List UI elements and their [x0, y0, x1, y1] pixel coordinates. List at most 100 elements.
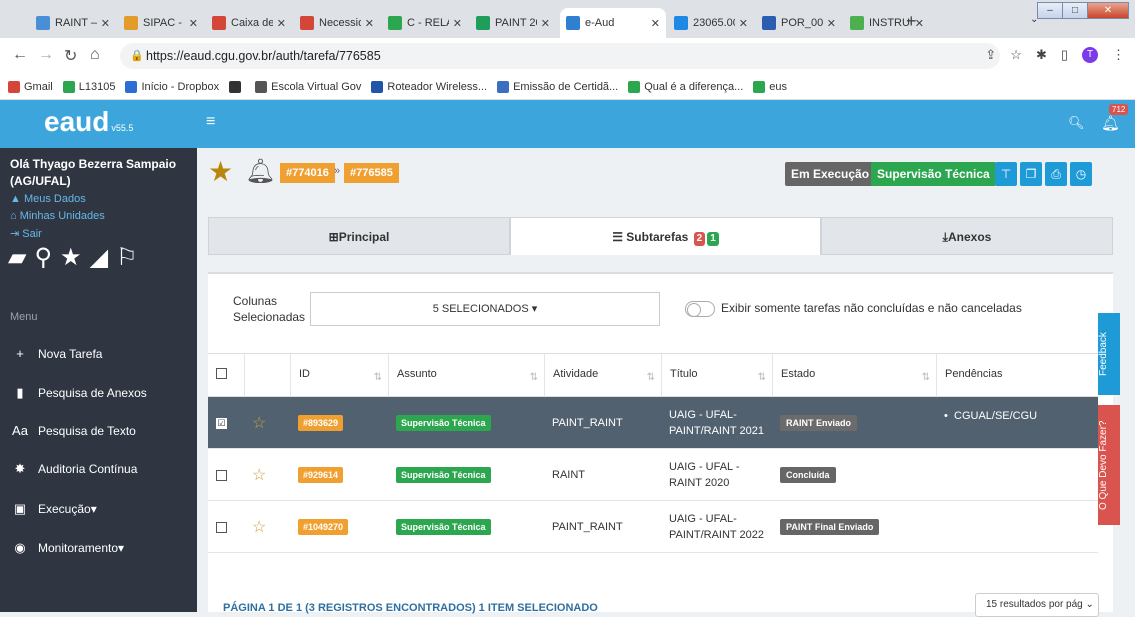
close-window-button[interactable]: ✕ — [1087, 2, 1129, 19]
eaud-logo[interactable]: eaud v55.5 — [44, 106, 133, 138]
tab-close-icon[interactable]: ✕ — [541, 17, 550, 30]
star-icon[interactable]: ☆ — [252, 413, 266, 433]
star-icon[interactable]: ☆ — [252, 517, 266, 537]
tab-principal[interactable]: ⊞Principal — [208, 217, 510, 255]
profile-avatar[interactable]: T — [1082, 47, 1098, 63]
select-all-checkbox[interactable] — [216, 368, 227, 379]
sidebar-item-auditoria-continua[interactable]: ✸ Auditoria Contínua — [10, 461, 138, 477]
header-titulo[interactable]: Título ⇅ — [661, 354, 772, 398]
star-icon[interactable]: ☆ — [252, 465, 266, 485]
browser-tab[interactable]: INSTRUÇ✕ — [844, 8, 930, 38]
incomplete-only-toggle[interactable] — [685, 301, 715, 317]
tab-close-icon[interactable]: ✕ — [189, 17, 198, 30]
share-icon[interactable]: ⇪ — [985, 47, 996, 63]
header-assunto[interactable]: Assunto ⇅ — [388, 354, 544, 398]
browser-tab[interactable]: POR_001 ✕ — [756, 8, 842, 38]
sidebar-item-pesquisa-de-texto[interactable]: Aa Pesquisa de Texto — [10, 423, 136, 438]
favorite-star-icon[interactable]: ★ — [208, 155, 233, 188]
star-icon[interactable]: ★ — [60, 243, 82, 272]
tab-close-icon[interactable]: ✕ — [651, 17, 660, 30]
sidebar-item-pesquisa-de-anexos[interactable]: ▮ Pesquisa de Anexos — [10, 385, 146, 401]
task-id-badge[interactable]: #893629 — [298, 415, 344, 431]
bookmark-icon[interactable]: ⚐ — [116, 243, 138, 272]
per-page-select[interactable]: 15 resultados por pág ⌄ — [975, 593, 1099, 617]
home-icon[interactable]: ⌂ — [90, 46, 100, 64]
timer-icon[interactable]: ◷ — [1070, 162, 1092, 186]
meus-dados-link[interactable]: ▲ Meus Dados — [10, 193, 86, 205]
table-row[interactable]: ☆ #929614 Supervisão Técnica RAINT UAIG - UF… — [208, 449, 1098, 501]
follow-bell-icon[interactable]: 🔔︎ — [245, 157, 275, 186]
columns-select[interactable]: 5 SELECIONADOS ▾ — [310, 292, 660, 326]
bookmark-star-icon[interactable]: ☆ — [1010, 47, 1022, 63]
hamburger-menu-icon[interactable]: ≡ — [206, 113, 215, 131]
tab-close-icon[interactable]: ✕ — [365, 17, 374, 30]
tab-favicon-icon — [388, 16, 402, 30]
back-icon[interactable]: ← — [12, 46, 28, 64]
row-checkbox[interactable]: ☑ — [216, 417, 227, 429]
address-bar: ← → ↻ ⌂ 🔒 https://eaud.cgu.gov.br/auth/t… — [0, 38, 1135, 74]
reload-icon[interactable]: ↻ — [64, 46, 77, 66]
browser-menu-icon[interactable]: ⋮ — [1112, 47, 1125, 63]
task-id-badge[interactable]: #776585 — [344, 163, 399, 183]
browser-tab[interactable]: 23065.00 ✕ — [668, 8, 754, 38]
table-row[interactable]: ☆ #1049270 Supervisão Técnica PAINT_RAINT UA… — [208, 501, 1098, 553]
tab-close-icon[interactable]: ✕ — [453, 17, 462, 30]
area-chart-icon[interactable]: ◢ — [90, 243, 108, 272]
copy-icon[interactable]: ❐ — [1020, 162, 1042, 186]
bookmark-item[interactable]: Roteador Wireless... — [371, 80, 487, 93]
browser-tab[interactable]: C - RELAT ✕ — [382, 8, 468, 38]
tab-subtarefas[interactable]: ☰ Subtarefas 21 — [510, 217, 821, 255]
table-row[interactable]: ☑ ☆ #893629 Supervisão Técnica PAINT_RAINT UA… — [208, 397, 1098, 449]
bookmark-item[interactable]: Emissão de Certidã... — [497, 80, 618, 93]
search-icon[interactable]: ⚲ — [34, 243, 52, 272]
bookmark-item[interactable]: L13105 — [62, 80, 115, 93]
header-estado[interactable]: Estado ⇅ — [772, 354, 936, 398]
search-icon[interactable]: 🔍︎ — [1068, 115, 1085, 131]
extensions-icon[interactable]: ✱ — [1036, 47, 1047, 63]
help-tab[interactable]: O Que Devo Fazer? — [1098, 405, 1120, 525]
tab-anexos[interactable]: ⤓Anexos — [821, 217, 1113, 255]
browser-tab[interactable]: e-Aud ✕ — [560, 8, 666, 38]
sidebar-item-execucao[interactable]: ▣ Execução ▾ — [10, 501, 97, 517]
row-checkbox[interactable] — [216, 521, 227, 533]
side-panel-icon[interactable]: ▯ — [1061, 47, 1068, 63]
tab-close-icon[interactable]: ✕ — [101, 17, 110, 30]
browser-tab[interactable]: RAINT — ✕ — [30, 8, 116, 38]
header-pendencias[interactable]: Pendências — [936, 354, 1098, 398]
feedback-tab[interactable]: Feedback — [1098, 313, 1120, 395]
atividade-cell: RAINT — [544, 449, 661, 501]
bookmark-item[interactable] — [229, 80, 245, 93]
header-atividade[interactable]: Atividade ⇅ — [544, 354, 661, 398]
sort-icon: ⇅ — [646, 372, 655, 383]
header-id[interactable]: ID ⇅ — [290, 354, 388, 398]
bookmark-item[interactable]: eus — [753, 80, 787, 93]
task-id-badge[interactable]: #929614 — [298, 467, 344, 483]
parent-task-badge[interactable]: #774016 — [280, 163, 335, 183]
browser-tab[interactable]: PAINT 20 ✕ — [470, 8, 556, 38]
bookmark-item[interactable]: Escola Virtual Gov — [255, 80, 361, 93]
minhas-unidades-link[interactable]: ⌂ Minhas Unidades — [10, 210, 105, 222]
row-checkbox[interactable] — [216, 469, 227, 481]
tab-close-icon[interactable]: ✕ — [827, 17, 836, 30]
sidebar-item-monitoramento[interactable]: ◉ Monitoramento ▾ — [10, 540, 124, 556]
inbox-icon[interactable]: ▰ — [8, 243, 26, 272]
sidebar-item-nova-tarefa[interactable]: + Nova Tarefa — [10, 346, 102, 361]
hierarchy-icon[interactable]: ⊤ — [995, 162, 1017, 186]
tab-close-icon[interactable]: ✕ — [277, 17, 286, 30]
bookmark-item[interactable]: Qual é a diferença... — [628, 80, 743, 93]
task-id-badge[interactable]: #1049270 — [298, 519, 349, 535]
browser-tab[interactable]: Caixa de ✕ — [206, 8, 292, 38]
tab-close-icon[interactable]: ✕ — [739, 17, 748, 30]
sair-link[interactable]: ⇥ Sair — [10, 227, 42, 240]
print-icon[interactable]: ⎙ — [1045, 162, 1067, 186]
url-input[interactable]: 🔒 https://eaud.cgu.gov.br/auth/tarefa/77… — [120, 43, 1000, 69]
new-tab-button[interactable]: + — [906, 11, 917, 32]
browser-tab[interactable]: Necessid ✕ — [294, 8, 380, 38]
maximize-button[interactable]: □ — [1062, 2, 1088, 19]
bookmark-item[interactable]: Início - Dropbox — [125, 80, 219, 93]
forward-icon[interactable]: → — [38, 46, 54, 64]
notification-bell-icon[interactable]: 🔔︎ — [1101, 114, 1120, 132]
minimize-button[interactable]: – — [1037, 2, 1063, 19]
bookmark-item[interactable]: Gmail — [8, 80, 53, 93]
browser-tab[interactable]: SIPAC - S ✕ — [118, 8, 204, 38]
